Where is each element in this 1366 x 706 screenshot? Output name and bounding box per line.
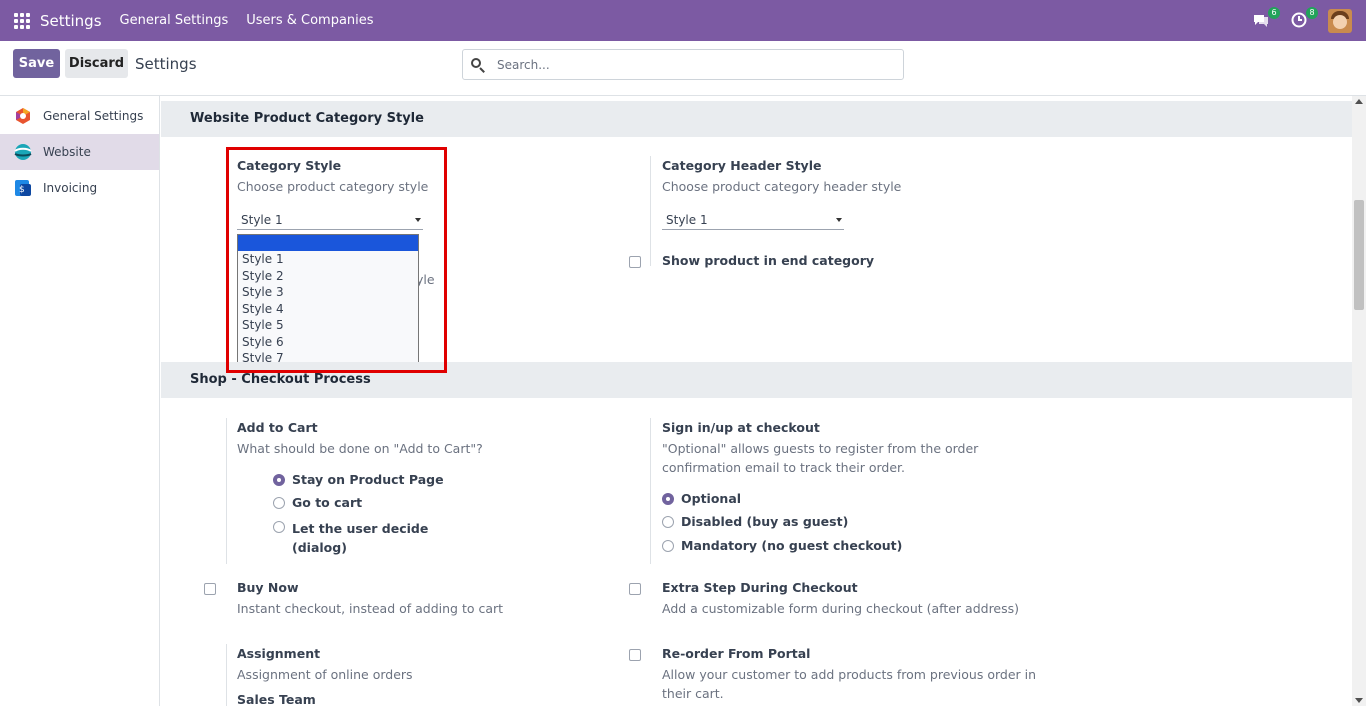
search-box[interactable]: [462, 49, 904, 80]
setting-title: Assignment: [237, 646, 321, 661]
radio-label: Mandatory (no guest checkout): [681, 538, 903, 553]
buy-now-checkbox[interactable]: [204, 583, 216, 595]
activities-icon[interactable]: 8: [1290, 6, 1318, 31]
radio-label: Let the user decide: [292, 521, 429, 536]
apps-menu-icon[interactable]: [14, 12, 30, 29]
radio-disabled[interactable]: Disabled (buy as guest): [662, 514, 848, 529]
divider: [226, 644, 227, 706]
select-value: Style 1: [666, 213, 708, 227]
category-header-style-select[interactable]: Style 1: [662, 210, 844, 230]
radio-label-cont: (dialog): [292, 540, 347, 555]
radio-button[interactable]: [273, 474, 285, 486]
search-input[interactable]: [497, 57, 877, 72]
top-navbar: Settings General Settings Users & Compan…: [0, 0, 1366, 41]
divider: [226, 418, 227, 564]
setting-title: Sign in/up at checkout: [662, 420, 820, 435]
messages-icon[interactable]: 6: [1252, 6, 1280, 31]
radio-label: Stay on Product Page: [292, 472, 444, 487]
settings-content: Website Product Category Style Category …: [161, 96, 1352, 706]
setting-desc: What should be done on "Add to Cart"?: [237, 441, 483, 456]
sidebar-item-label: Website: [43, 145, 91, 159]
divider: [650, 418, 651, 564]
setting-desc-cont: their cart.: [662, 686, 724, 701]
scroll-up-arrow-icon[interactable]: [1355, 99, 1363, 104]
sidebar-item-label: General Settings: [43, 109, 144, 123]
radio-mandatory[interactable]: Mandatory (no guest checkout): [662, 538, 902, 553]
setting-desc: Instant checkout, instead of adding to c…: [237, 601, 504, 616]
nav-users-companies[interactable]: Users & Companies: [246, 13, 373, 28]
messages-badge: 6: [1268, 6, 1280, 19]
radio-label: Disabled (buy as guest): [681, 514, 849, 529]
setting-assignment: Assignment Assignment of online orders S…: [237, 646, 413, 706]
sales-team-label: Sales Team: [237, 692, 316, 706]
extra-step-checkbox[interactable]: [629, 583, 641, 595]
radio-button[interactable]: [662, 493, 674, 505]
setting-category-header-style: Category Header Style Choose product cat…: [662, 158, 901, 196]
radio-button[interactable]: [273, 497, 285, 509]
reorder-checkbox[interactable]: [629, 649, 641, 661]
scroll-down-arrow-icon[interactable]: [1355, 698, 1363, 703]
invoicing-icon: $: [15, 180, 31, 196]
sidebar-item-invoicing[interactable]: $ Invoicing: [0, 170, 159, 206]
page-title: Settings: [135, 55, 197, 73]
radio-button[interactable]: [662, 516, 674, 528]
odoo-settings-icon: [16, 108, 30, 124]
setting-title: Re-order From Portal: [662, 646, 811, 661]
setting-show-end-category: Show product in end category: [662, 253, 874, 268]
setting-title: Category Header Style: [662, 158, 822, 173]
vertical-scrollbar[interactable]: [1352, 96, 1366, 706]
activities-badge: 8: [1306, 6, 1318, 19]
radio-label: Optional: [681, 491, 742, 506]
setting-title: Show product in end category: [662, 253, 875, 268]
setting-desc: "Optional" allows guests to register fro…: [662, 441, 979, 456]
setting-title: Buy Now: [237, 580, 299, 595]
show-end-category-checkbox[interactable]: [629, 256, 641, 268]
setting-desc: Choose product category header style: [662, 179, 902, 194]
setting-title: Extra Step During Checkout: [662, 580, 858, 595]
radio-button[interactable]: [273, 521, 285, 533]
settings-sidebar: General Settings Website $ Invoicing: [0, 96, 160, 706]
control-panel: Save Discard Settings: [0, 41, 1366, 96]
setting-desc: Add a customizable form during checkout …: [662, 601, 1020, 616]
setting-add-to-cart: Add to Cart What should be done on "Add …: [237, 420, 483, 458]
search-icon: [471, 57, 485, 73]
radio-stay-on-product-page[interactable]: Stay on Product Page: [273, 472, 444, 487]
sidebar-item-website[interactable]: Website: [0, 134, 159, 170]
nav-general-settings[interactable]: General Settings: [120, 13, 229, 28]
discard-button[interactable]: Discard: [65, 49, 128, 78]
scroll-thumb[interactable]: [1354, 200, 1364, 310]
user-avatar[interactable]: [1328, 8, 1352, 33]
setting-reorder: Re-order From Portal Allow your customer…: [662, 646, 1036, 703]
sidebar-item-general-settings[interactable]: General Settings: [0, 98, 159, 134]
website-icon: [14, 144, 32, 160]
setting-sign-in-checkout: Sign in/up at checkout "Optional" allows…: [662, 420, 978, 477]
setting-desc: Allow your customer to add products from…: [662, 667, 1037, 682]
navbar-brand[interactable]: Settings: [40, 12, 102, 30]
svg-text:$: $: [19, 185, 25, 195]
divider: [650, 156, 651, 266]
setting-title: Add to Cart: [237, 420, 318, 435]
save-button[interactable]: Save: [13, 49, 60, 78]
radio-optional[interactable]: Optional: [662, 491, 741, 506]
radio-go-to-cart[interactable]: Go to cart: [273, 495, 362, 510]
radio-button[interactable]: [662, 540, 674, 552]
chevron-down-icon: [836, 218, 842, 222]
setting-extra-step: Extra Step During Checkout Add a customi…: [662, 580, 1019, 618]
setting-buy-now: Buy Now Instant checkout, instead of add…: [237, 580, 503, 618]
section-header-category-style: Website Product Category Style: [161, 101, 1352, 137]
red-highlight-annotation: [226, 147, 447, 373]
radio-label: Go to cart: [292, 495, 363, 510]
radio-let-user-decide[interactable]: Let the user decide (dialog): [273, 519, 428, 557]
setting-desc: Assignment of online orders: [237, 667, 413, 682]
setting-desc-cont: confirmation email to track their order.: [662, 460, 905, 475]
sidebar-item-label: Invoicing: [43, 181, 98, 195]
